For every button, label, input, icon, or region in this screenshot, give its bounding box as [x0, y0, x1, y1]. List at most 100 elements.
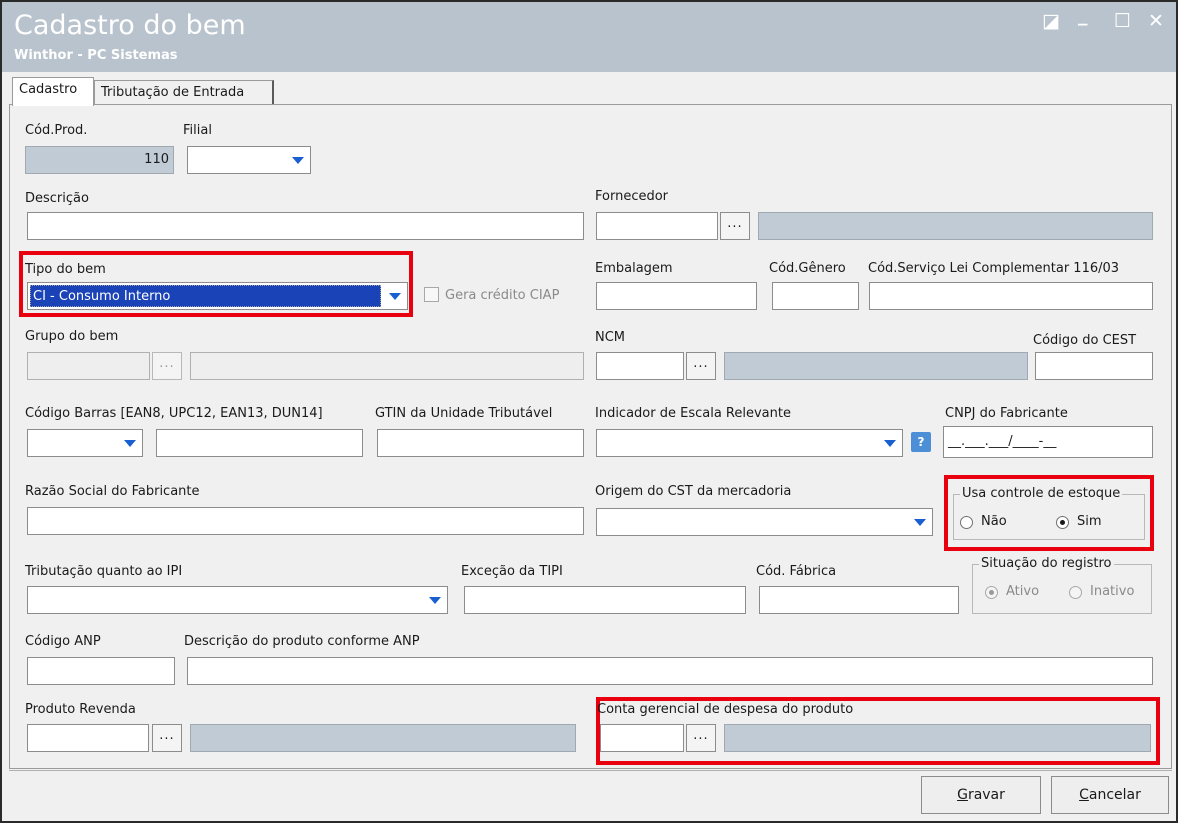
cod-genero-field[interactable] — [772, 282, 859, 310]
tipo-bem-select[interactable]: CI - Consumo Interno — [27, 282, 408, 310]
conta-gerencial-lookup-button[interactable]: ... — [686, 724, 716, 752]
chevron-down-icon[interactable] — [910, 512, 930, 532]
cancelar-accel: C — [1079, 787, 1089, 803]
cnpj-fabricante-label: CNPJ do Fabricante — [945, 406, 1068, 421]
controle-estoque-nao-label: Não — [981, 514, 1007, 529]
origem-cst-value — [599, 511, 603, 533]
tab-cadastro[interactable]: Cadastro — [12, 77, 94, 106]
conta-gerencial-code-field[interactable] — [600, 724, 684, 752]
situacao-caption: Situação do registro — [979, 556, 1114, 571]
help-icon[interactable]: ? — [911, 432, 931, 452]
razao-social-field[interactable] — [27, 507, 584, 535]
maximize-icon[interactable]: ☐ — [1114, 10, 1131, 32]
chevron-down-icon[interactable] — [425, 590, 445, 610]
controle-estoque-nao-radio[interactable] — [960, 516, 973, 529]
codigo-barras-type-value — [30, 432, 34, 454]
chevron-down-icon[interactable] — [880, 433, 900, 453]
controle-estoque-sim-radio[interactable] — [1056, 516, 1069, 529]
codigo-barras-type-select[interactable] — [27, 429, 143, 457]
descricao-label: Descrição — [25, 191, 89, 206]
codigo-cest-label: Código do CEST — [1033, 333, 1137, 348]
indicador-escala-select[interactable] — [596, 429, 903, 457]
minimize-icon[interactable]: _ — [1078, 4, 1088, 26]
tipo-bem-value: CI - Consumo Interno — [30, 285, 381, 307]
indicador-escala-value — [599, 432, 603, 454]
fornecedor-label: Fornecedor — [595, 189, 669, 204]
excecao-tipi-field[interactable] — [464, 586, 746, 614]
filial-value — [190, 149, 194, 171]
conta-gerencial-name-field — [724, 724, 1151, 752]
chevron-down-icon[interactable] — [120, 433, 140, 453]
situacao-inativo-radio — [1069, 586, 1082, 599]
window-title: Cadastro do bem — [14, 10, 246, 41]
cod-servico-field[interactable] — [869, 282, 1153, 310]
produto-revenda-name-field — [190, 724, 576, 752]
tab-tributacao-entrada[interactable]: Tributação de Entrada — [94, 80, 274, 105]
codigo-cest-field[interactable] — [1035, 352, 1153, 380]
close-icon[interactable]: ✕ — [1148, 10, 1164, 32]
fornecedor-lookup-button[interactable]: ... — [720, 212, 750, 240]
embalagem-label: Embalagem — [595, 261, 673, 276]
cadastro-panel: Cód.Prod. 110 Filial Descrição Fornecedo… — [9, 104, 1172, 769]
cod-fabrica-field[interactable] — [759, 586, 959, 614]
tributacao-ipi-value — [30, 589, 34, 611]
filial-select[interactable] — [187, 146, 311, 174]
ncm-lookup-button[interactable]: ... — [686, 352, 716, 380]
chevron-down-icon[interactable] — [288, 150, 308, 170]
descricao-anp-field[interactable] — [187, 657, 1153, 685]
origem-cst-select[interactable] — [596, 508, 933, 536]
controle-estoque-sim-label: Sim — [1077, 514, 1102, 529]
tipo-bem-label: Tipo do bem — [25, 262, 106, 277]
grupo-bem-code-field — [27, 352, 150, 380]
cod-prod-field: 110 — [25, 146, 174, 174]
origem-cst-label: Origem do CST da mercadoria — [595, 484, 792, 499]
grupo-bem-lookup-button: ... — [152, 352, 182, 380]
produto-revenda-label: Produto Revenda — [25, 702, 136, 717]
situacao-inativo-label: Inativo — [1090, 584, 1135, 599]
situacao-ativo-radio — [985, 586, 998, 599]
title-bar: Cadastro do bem Winthor - PC Sistemas ◪ … — [2, 2, 1176, 72]
gravar-accel: G — [957, 787, 968, 803]
grupo-bem-label: Grupo do bem — [25, 329, 119, 344]
filial-label: Filial — [183, 123, 212, 138]
cod-prod-label: Cód.Prod. — [25, 123, 88, 138]
tributacao-ipi-label: Tributação quanto ao IPI — [25, 564, 183, 579]
codigo-anp-label: Código ANP — [25, 634, 101, 649]
tab-strip: Cadastro Tributação de Entrada — [4, 72, 1174, 106]
restore-icon[interactable]: ◪ — [1042, 10, 1060, 32]
grupo-bem-name-field — [190, 352, 584, 380]
descricao-field[interactable] — [27, 212, 584, 240]
gravar-button[interactable]: Gravar — [921, 776, 1041, 814]
fornecedor-code-field[interactable] — [596, 212, 718, 240]
button-bar: Gravar Cancelar — [9, 770, 1172, 818]
cod-servico-label: Cód.Serviço Lei Complementar 116/03 — [868, 261, 1120, 276]
codigo-anp-field[interactable] — [27, 657, 175, 685]
produto-revenda-lookup-button[interactable]: ... — [152, 724, 182, 752]
indicador-escala-label: Indicador de Escala Relevante — [595, 406, 791, 421]
cancelar-button[interactable]: Cancelar — [1051, 776, 1169, 814]
window-subtitle: Winthor - PC Sistemas — [14, 48, 178, 63]
codigo-barras-label: Código Barras [EAN8, UPC12, EAN13, DUN14… — [25, 406, 323, 421]
ncm-code-field[interactable] — [596, 352, 684, 380]
descricao-anp-label: Descrição do produto conforme ANP — [184, 634, 420, 649]
codigo-barras-field[interactable] — [156, 429, 363, 457]
conta-gerencial-label: Conta gerencial de despesa do produto — [597, 702, 854, 717]
gtin-label: GTIN da Unidade Tributável — [375, 406, 553, 421]
embalagem-field[interactable] — [596, 282, 757, 310]
razao-social-label: Razão Social do Fabricante — [25, 484, 200, 499]
cadastro-window: Cadastro do bem Winthor - PC Sistemas ◪ … — [0, 0, 1178, 823]
cod-genero-label: Cód.Gênero — [769, 261, 846, 276]
chevron-down-icon[interactable] — [385, 286, 405, 306]
cnpj-fabricante-field[interactable]: __.___.___/____-__ — [943, 426, 1153, 458]
cod-fabrica-label: Cód. Fábrica — [756, 564, 837, 579]
gera-credito-checkbox[interactable] — [424, 287, 439, 302]
ncm-label: NCM — [595, 330, 626, 345]
ncm-description-field — [724, 352, 1028, 380]
excecao-tipi-label: Exceção da TIPI — [461, 564, 563, 579]
gtin-field[interactable] — [377, 429, 584, 457]
gera-credito-label: Gera crédito CIAP — [445, 288, 560, 303]
gravar-label: ravar — [967, 787, 1005, 803]
produto-revenda-code-field[interactable] — [27, 724, 149, 752]
cancelar-label: ancelar — [1088, 787, 1141, 803]
tributacao-ipi-select[interactable] — [27, 586, 448, 614]
